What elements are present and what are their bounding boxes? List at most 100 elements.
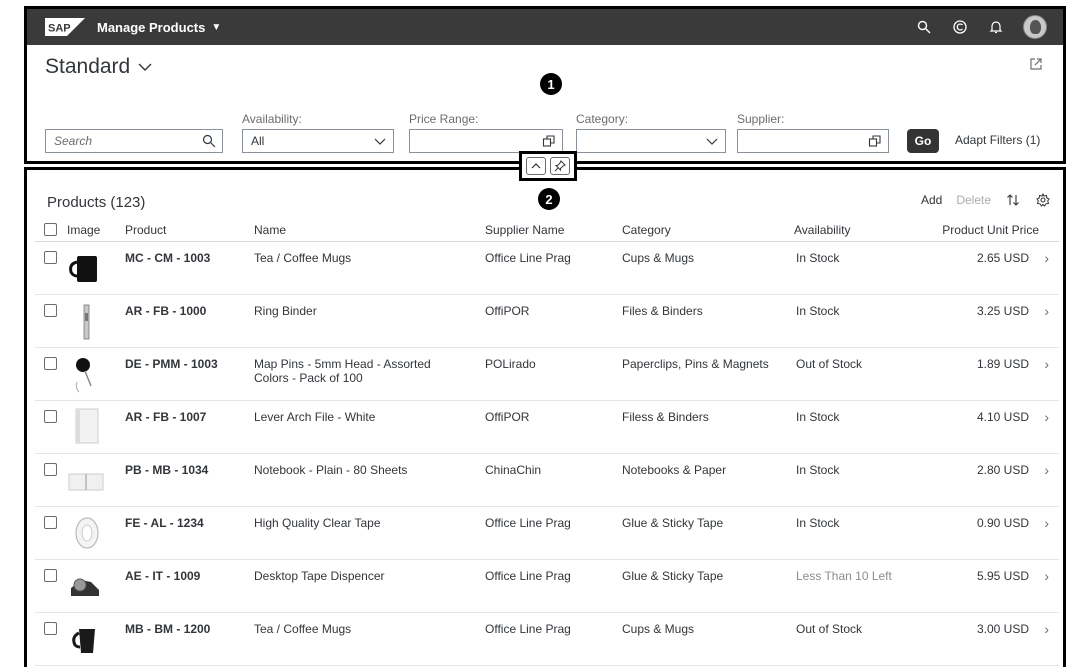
column-header-availability[interactable]: Availability [794,223,850,237]
navigation-chevron-icon[interactable]: › [1044,569,1049,583]
product-id: FE - AL - 1234 [125,516,204,530]
navigation-chevron-icon[interactable]: › [1044,463,1049,477]
availability: Out of Stock [796,357,863,371]
availability: In Stock [796,410,840,424]
column-header-product[interactable]: Product [125,223,166,237]
category: Cups & Mugs [622,251,695,265]
row-checkbox[interactable] [44,410,57,423]
value-help-icon[interactable] [542,134,556,148]
column-header-category[interactable]: Category [622,223,671,237]
variant-title: Standard [45,55,131,78]
product-name: High Quality Clear Tape [254,516,381,530]
share-icon[interactable] [1029,57,1043,71]
category: Glue & Sticky Tape [622,516,724,530]
unit-price: 3.25 USD [976,304,1029,318]
row-checkbox[interactable] [44,569,57,582]
sort-icon[interactable] [1005,192,1021,208]
category: Notebooks & Paper [622,463,727,477]
app-menu-caret-icon[interactable]: ▼ [211,22,221,33]
category: Files & Binders [622,304,703,318]
table-toolbar: Add Delete [921,192,1051,208]
products-table-frame: Products (123) Add Delete Image Product … [24,167,1066,667]
product-image-map-pin [63,352,111,396]
table-row[interactable]: MC - CM - 1003 Tea / Coffee Mugs Office … [35,242,1059,295]
page-header-frame: SAP Manage Products ▼ Standard 1 Search [24,6,1066,164]
product-id: DE - PMM - 1003 [125,357,218,371]
price-range-label: Price Range: [409,112,479,126]
go-button[interactable]: Go [907,129,939,153]
supplier-name: Office Line Prag [485,622,571,636]
select-all-checkbox[interactable] [44,223,57,236]
value-help-icon[interactable] [868,134,882,148]
category: Cups & Mugs [622,622,695,636]
table-row[interactable]: FE - AL - 1234 High Quality Clear Tape O… [35,507,1059,560]
search-input[interactable]: Search [45,129,223,153]
row-checkbox[interactable] [44,357,57,370]
availability-select[interactable]: All [242,129,394,153]
adapt-filters-button[interactable]: Adapt Filters (1) [955,133,1040,147]
notification-bell-icon[interactable] [987,18,1005,36]
search-icon[interactable] [915,18,933,36]
column-header-image[interactable]: Image [67,223,100,237]
variant-management[interactable]: Standard [45,55,152,79]
supplier-name: OffiPOR [485,304,530,318]
navigation-chevron-icon[interactable]: › [1044,410,1049,424]
search-icon[interactable] [202,134,216,148]
delete-button[interactable]: Delete [956,193,991,207]
table-row[interactable]: PB - MB - 1034 Notebook - Plain - 80 She… [35,454,1059,507]
row-checkbox[interactable] [44,251,57,264]
table-row[interactable]: AR - FB - 1007 Lever Arch File - White O… [35,401,1059,454]
navigation-chevron-icon[interactable]: › [1044,251,1049,265]
row-checkbox[interactable] [44,304,57,317]
collapse-header-button[interactable] [526,157,546,175]
unit-price: 3.00 USD [976,622,1029,636]
callout-marker-1: 1 [540,73,562,95]
supplier-input[interactable] [737,129,889,153]
table-row[interactable]: AE - IT - 1009 Desktop Tape Dispencer Of… [35,560,1059,613]
availability: In Stock [796,251,840,265]
product-id: PB - MB - 1034 [125,463,209,477]
add-button[interactable]: Add [921,193,942,207]
availability-label: Availability: [242,112,302,126]
unit-price: 1.89 USD [976,357,1029,371]
navigation-chevron-icon[interactable]: › [1044,304,1049,318]
sap-logo[interactable]: SAP [45,18,85,36]
availability: Out of Stock [796,622,863,636]
user-avatar[interactable] [1023,15,1047,39]
row-checkbox[interactable] [44,463,57,476]
table-row[interactable]: AR - FB - 1000 Ring Binder OffiPOR Files… [35,295,1059,348]
supplier-name: POLirado [485,357,536,371]
navigation-chevron-icon[interactable]: › [1044,622,1049,636]
table-header-row: Image Product Name Supplier Name Categor… [35,218,1059,242]
supplier-name: ChinaChin [485,463,542,477]
table-row[interactable]: MB - BM - 1200 Tea / Coffee Mugs Office … [35,613,1059,666]
unit-price: 2.65 USD [976,251,1029,265]
pin-header-button[interactable] [550,157,570,175]
product-image-ring-binder [63,299,111,343]
unit-price: 4.10 USD [976,410,1029,424]
column-header-name[interactable]: Name [254,223,286,237]
table-row[interactable]: DE - PMM - 1003 Map Pins - 5mm Head - As… [35,348,1059,401]
chevron-down-icon[interactable] [373,134,387,148]
row-checkbox[interactable] [44,622,57,635]
settings-gear-icon[interactable] [1035,192,1051,208]
category-select[interactable] [576,129,726,153]
product-image-mug-black [63,246,111,290]
navigation-chevron-icon[interactable]: › [1044,516,1049,530]
product-image-tape-dispenser [63,564,111,608]
column-header-supplier[interactable]: Supplier Name [485,223,564,237]
supplier-name: Office Line Prag [485,569,571,583]
row-checkbox[interactable] [44,516,57,529]
product-name: Ring Binder [254,304,317,318]
search-placeholder: Search [54,134,93,148]
chevron-down-icon[interactable] [705,134,719,148]
price-range-input[interactable] [409,129,563,153]
supplier-name: Office Line Prag [485,516,571,530]
column-header-price[interactable]: Product Unit Price [942,223,1039,237]
app-title[interactable]: Manage Products [97,20,205,35]
navigation-chevron-icon[interactable]: › [1044,357,1049,371]
product-name: Desktop Tape Dispencer [254,569,385,583]
copilot-icon[interactable] [951,18,969,36]
header-toggle-group [519,151,577,181]
product-name: Map Pins - 5mm Head - Assorted Colors - … [254,357,431,385]
